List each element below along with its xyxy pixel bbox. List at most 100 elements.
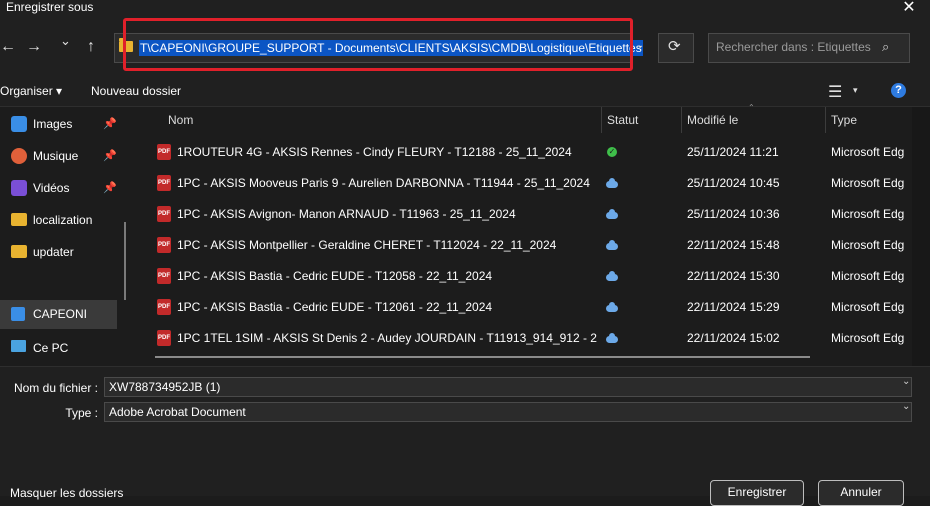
- videos-icon: [11, 180, 27, 196]
- help-icon[interactable]: ?: [891, 83, 906, 98]
- sidebar-item-ce-pc[interactable]: Ce PC: [0, 334, 117, 362]
- pdf-file-icon: PDF: [157, 330, 171, 346]
- sidebar-item-label: CAPEONI: [33, 307, 88, 321]
- column-header-row: [150, 107, 910, 133]
- file-modified: 25/11/2024 10:36: [687, 207, 780, 221]
- sidebar-item-label: Ce PC: [33, 341, 69, 355]
- file-modified: 22/11/2024 15:48: [687, 238, 780, 252]
- column-header-status[interactable]: Statut: [607, 113, 638, 127]
- new-folder-button[interactable]: Nouveau dossier: [91, 84, 181, 98]
- view-dropdown-icon[interactable]: ▾: [853, 85, 858, 96]
- file-row[interactable]: PDF 1ROUTEUR 4G - AKSIS Rennes - Cindy F…: [150, 137, 910, 168]
- file-name: 1PC - AKSIS Bastia - Cedric EUDE - T1205…: [177, 269, 493, 283]
- recent-locations-chevron-icon[interactable]: ⌄: [60, 33, 71, 49]
- search-input[interactable]: [716, 40, 886, 54]
- pin-icon[interactable]: 📌: [103, 149, 117, 162]
- file-type: Microsoft Edg: [831, 269, 905, 283]
- cloud-status-icon: [606, 178, 618, 188]
- file-modified: 25/11/2024 10:45: [687, 176, 780, 190]
- forward-arrow-icon[interactable]: →: [26, 38, 42, 56]
- file-name: 1PC - AKSIS Montpellier - Geraldine CHER…: [177, 238, 557, 252]
- organize-button[interactable]: Organiser ▾: [0, 84, 62, 98]
- music-icon: [11, 148, 27, 164]
- horizontal-scrollbar[interactable]: [155, 356, 810, 358]
- folder-icon: [11, 213, 27, 226]
- file-type: Microsoft Edg: [831, 176, 905, 190]
- pdf-file-icon: PDF: [157, 144, 171, 160]
- back-arrow-icon[interactable]: ←: [0, 38, 16, 56]
- pdf-file-icon: PDF: [157, 175, 171, 191]
- file-modified: 22/11/2024 15:29: [687, 300, 780, 314]
- sidebar-item-label: updater: [33, 245, 74, 259]
- column-header-name[interactable]: Nom: [168, 113, 193, 127]
- hide-folders-toggle[interactable]: Masquer les dossiers: [10, 486, 123, 500]
- sidebar-item-capeoni[interactable]: CAPEONI: [0, 300, 117, 329]
- pdf-file-icon: PDF: [157, 206, 171, 222]
- save-button[interactable]: Enregistrer: [710, 480, 804, 506]
- sidebar-item-updater[interactable]: updater: [0, 238, 117, 266]
- file-type: Microsoft Edg: [831, 145, 905, 159]
- type-label: Type :: [65, 406, 98, 420]
- file-row[interactable]: PDF 1PC - AKSIS Mooveus Paris 9 - Aureli…: [150, 168, 910, 199]
- images-icon: [11, 116, 27, 132]
- file-name: 1PC 1TEL 1SIM - AKSIS St Denis 2 - Audey…: [177, 331, 597, 345]
- file-name: 1PC - AKSIS Avignon- Manon ARNAUD - T119…: [177, 207, 516, 221]
- window-title: Enregistrer sous: [6, 0, 94, 14]
- building-icon: [11, 307, 25, 321]
- file-type: Microsoft Edg: [831, 238, 905, 252]
- sidebar-item-label: localization: [33, 213, 93, 227]
- close-icon[interactable]: ✕: [900, 0, 918, 17]
- cloud-status-icon: [606, 240, 618, 250]
- file-modified: 22/11/2024 15:02: [687, 331, 780, 345]
- sidebar-item-localization[interactable]: localization: [0, 206, 117, 234]
- folder-icon: [11, 245, 27, 258]
- pin-icon[interactable]: 📌: [103, 117, 117, 130]
- file-type-value[interactable]: Adobe Acrobat Document: [109, 405, 246, 419]
- cloud-status-icon: [606, 302, 618, 312]
- filename-field[interactable]: [104, 377, 912, 397]
- cloud-status-icon: [606, 333, 618, 343]
- file-name: 1PC - AKSIS Mooveus Paris 9 - Aurelien D…: [177, 176, 590, 190]
- file-row[interactable]: PDF 1PC 1TEL 1SIM - AKSIS St Denis 2 - A…: [150, 323, 910, 354]
- sidebar-item-music[interactable]: Musique 📌: [0, 142, 117, 170]
- file-type: Microsoft Edg: [831, 207, 905, 221]
- sidebar-scrollbar[interactable]: [124, 222, 126, 300]
- column-divider[interactable]: [601, 107, 602, 133]
- file-row[interactable]: PDF 1PC - AKSIS Montpellier - Geraldine …: [150, 230, 910, 261]
- view-options-icon[interactable]: ☰: [828, 82, 842, 102]
- synced-status-icon: ✓: [607, 147, 617, 157]
- sidebar-item-videos[interactable]: Vidéos 📌: [0, 174, 117, 202]
- sidebar-item-images[interactable]: Images 📌: [0, 110, 117, 138]
- sidebar-item-label: Musique: [33, 149, 79, 163]
- filename-label: Nom du fichier :: [13, 381, 98, 395]
- filename-value[interactable]: XW788734952JB (1): [109, 380, 220, 394]
- cloud-status-icon: [606, 271, 618, 281]
- file-modified: 22/11/2024 15:30: [687, 269, 780, 283]
- up-arrow-icon[interactable]: ↑: [87, 38, 95, 56]
- file-type: Microsoft Edg: [831, 300, 905, 314]
- highlight-box: [123, 18, 633, 71]
- pin-icon[interactable]: 📌: [103, 181, 117, 194]
- address-dropdown-icon[interactable]: ⌄: [636, 40, 644, 51]
- sidebar-item-label: Vidéos: [33, 181, 70, 195]
- file-type-dropdown-icon[interactable]: ⌄: [902, 401, 910, 412]
- column-divider[interactable]: [681, 107, 682, 133]
- column-header-modified[interactable]: Modifié le: [687, 113, 738, 127]
- pdf-file-icon: PDF: [157, 237, 171, 253]
- file-row[interactable]: PDF 1PC - AKSIS Avignon- Manon ARNAUD - …: [150, 199, 910, 230]
- filename-dropdown-icon[interactable]: ⌄: [902, 376, 910, 387]
- column-header-type[interactable]: Type: [831, 113, 857, 127]
- computer-icon: [11, 340, 26, 352]
- file-type: Microsoft Edg: [831, 331, 905, 345]
- sidebar-item-label: Images: [33, 117, 73, 131]
- search-icon[interactable]: ⌕: [882, 39, 889, 55]
- file-name: 1ROUTEUR 4G - AKSIS Rennes - Cindy FLEUR…: [177, 145, 572, 159]
- sort-chevron-icon: ⌃: [748, 103, 755, 112]
- cloud-status-icon: [606, 209, 618, 219]
- file-row[interactable]: PDF 1PC - AKSIS Bastia - Cedric EUDE - T…: [150, 292, 910, 323]
- column-divider[interactable]: [825, 107, 826, 133]
- pdf-file-icon: PDF: [157, 268, 171, 284]
- refresh-icon[interactable]: ⟳: [668, 37, 681, 55]
- cancel-button[interactable]: Annuler: [818, 480, 904, 506]
- file-row[interactable]: PDF 1PC - AKSIS Bastia - Cedric EUDE - T…: [150, 261, 910, 292]
